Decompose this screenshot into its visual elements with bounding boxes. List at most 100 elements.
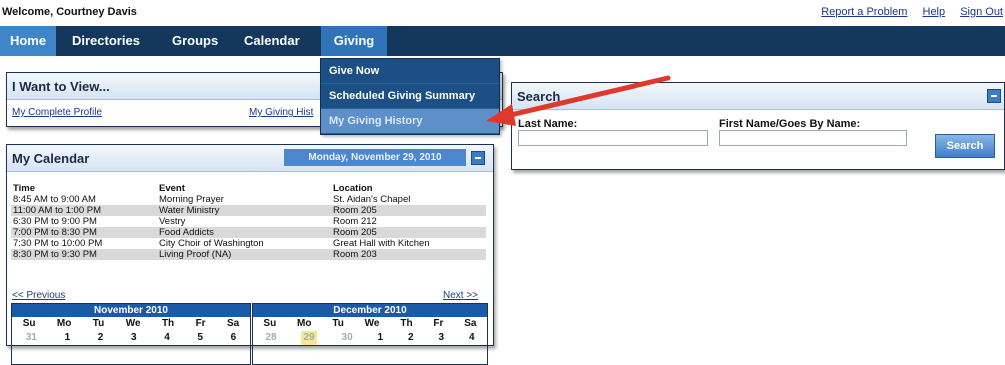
event-name: Vestry [159,216,186,227]
event-name: Living Proof (NA) [157,249,331,260]
nav-directories[interactable]: Directories [72,26,140,56]
table-row: 6:30 PM to 9:00 PM Vestry Room 212 [11,216,486,227]
menu-item-give-now[interactable]: Give Now [321,59,499,84]
weekday-label: Mo [56,318,72,329]
event-name: Water Ministry [157,205,331,216]
help-link[interactable]: Help [923,6,946,18]
nav-home[interactable]: Home [0,26,56,56]
event-location: Great Hall with Kitchen [333,238,430,249]
panel-header: My Calendar Monday, November 29, 2010 [7,145,493,172]
day-cell[interactable]: 2 [98,331,104,345]
collapse-icon[interactable] [471,151,485,165]
event-name: City Choir of Washington [159,238,264,249]
month-title: December 2010 [253,304,487,317]
event-location: Room 212 [333,216,377,227]
menu-item-giving-history[interactable]: My Giving History [321,109,499,134]
nav-giving[interactable]: Giving [321,26,387,56]
weekday-row: Su Mo Tu We Th Fr Sa [12,317,250,331]
nav-groups[interactable]: Groups [172,26,218,56]
month-title: November 2010 [12,304,250,317]
panel-title: I Want to View... [12,79,110,94]
table-row: 8:45 AM to 9:00 AM Morning Prayer St. Ai… [11,194,486,205]
event-time: 8:45 AM to 9:00 AM [13,194,96,205]
weekday-label: Sa [464,318,477,329]
event-time: 7:00 PM to 8:30 PM [11,227,157,238]
event-location: Room 203 [331,249,486,260]
last-name-field[interactable] [518,130,708,146]
event-name: Food Addicts [157,227,331,238]
first-name-field[interactable] [719,130,907,146]
table-row: 7:30 PM to 10:00 PM City Choir of Washin… [11,238,486,249]
table-row: 11:00 AM to 1:00 PM Water Ministry Room … [11,205,486,216]
report-problem-link[interactable]: Report a Problem [821,6,907,18]
day-cell[interactable]: 1 [65,331,71,345]
day-cell[interactable]: 3 [438,331,444,345]
search-button[interactable]: Search [935,134,995,158]
top-bar: Welcome, Courtney Davis Report a Problem… [0,0,1005,26]
search-panel: Search Last Name: First Name/Goes By Nam… [511,82,1005,170]
weekday-label: Su [22,318,36,329]
panel-title: Search [517,89,561,104]
panel-header: Search [512,83,1004,110]
column-header-event: Event [159,183,185,194]
column-header-location: Location [333,183,373,194]
collapse-icon[interactable] [987,89,1001,103]
top-links: Report a Problem Help Sign Out [809,6,1003,18]
day-cell[interactable]: 4 [469,331,475,345]
weekday-label: Sa [227,318,240,329]
weekday-label: Mo [297,318,312,329]
next-month-link[interactable]: Next >> [443,290,478,301]
weekday-label: Tu [332,318,344,329]
main-nav: Home Directories Groups Calendar Giving [0,26,1005,56]
first-name-label: First Name/Goes By Name: [719,118,861,130]
table-row: 8:30 PM to 9:30 PM Living Proof (NA) Roo… [11,249,486,260]
event-time: 11:00 AM to 1:00 PM [11,205,157,216]
day-cell[interactable]: 4 [164,331,170,345]
event-time: 8:30 PM to 9:30 PM [11,249,157,260]
day-cell[interactable]: 3 [131,331,137,345]
weekday-label: Tu [92,318,105,329]
day-cell[interactable]: 30 [342,331,353,345]
weekday-label: Fr [433,318,444,329]
my-giving-history-link[interactable]: My Giving Hist [249,107,313,118]
day-cell[interactable]: 28 [265,331,276,345]
welcome-text: Welcome, Courtney Davis [2,6,137,18]
event-location: St. Aidan's Chapel [333,194,411,205]
month-calendar-november: November 2010 Su Mo Tu We Th Fr Sa 31 1 … [11,303,251,365]
event-time: 6:30 PM to 9:00 PM [13,216,97,227]
my-complete-profile-link[interactable]: My Complete Profile [12,107,102,118]
day-row: 28 29 30 1 2 3 4 [253,331,487,345]
current-date-selector[interactable]: Monday, November 29, 2010 [284,149,466,166]
day-cell[interactable]: 5 [197,331,203,345]
event-name: Morning Prayer [159,194,224,205]
weekday-label: Su [263,318,277,329]
menu-item-scheduled-giving[interactable]: Scheduled Giving Summary [321,84,499,109]
day-cell[interactable]: 31 [26,331,37,345]
day-cell[interactable]: 6 [231,331,237,345]
weekday-label: We [364,318,380,329]
month-calendar-december: December 2010 Su Mo Tu We Th Fr Sa 28 29… [252,303,488,365]
nav-calendar[interactable]: Calendar [244,26,300,56]
giving-dropdown-menu: Give Now Scheduled Giving Summary My Giv… [320,58,500,135]
day-cell[interactable]: 2 [408,331,414,345]
column-header-time: Time [13,183,36,194]
table-header-row: Time Event Location [11,183,486,194]
event-location: Room 205 [331,227,486,238]
my-calendar-panel: My Calendar Monday, November 29, 2010 Ti… [6,144,494,365]
table-row: 7:00 PM to 8:30 PM Food Addicts Room 205 [11,227,486,238]
weekday-label: Th [161,318,175,329]
event-location: Room 205 [331,205,486,216]
event-time: 7:30 PM to 10:00 PM [13,238,103,249]
previous-month-link[interactable]: << Previous [12,290,65,301]
weekday-label: Th [400,318,413,329]
weekday-row: Su Mo Tu We Th Fr Sa [253,317,487,331]
events-table: Time Event Location 8:45 AM to 9:00 AM M… [11,183,486,260]
last-name-label: Last Name: [518,118,578,130]
day-row: 31 1 2 3 4 5 6 [12,331,250,345]
day-cell-today[interactable]: 29 [301,331,317,345]
weekday-label: We [125,318,141,329]
weekday-label: Fr [195,318,206,329]
day-cell[interactable]: 1 [378,331,384,345]
sign-out-link[interactable]: Sign Out [960,6,1003,18]
panel-title: My Calendar [12,151,90,166]
